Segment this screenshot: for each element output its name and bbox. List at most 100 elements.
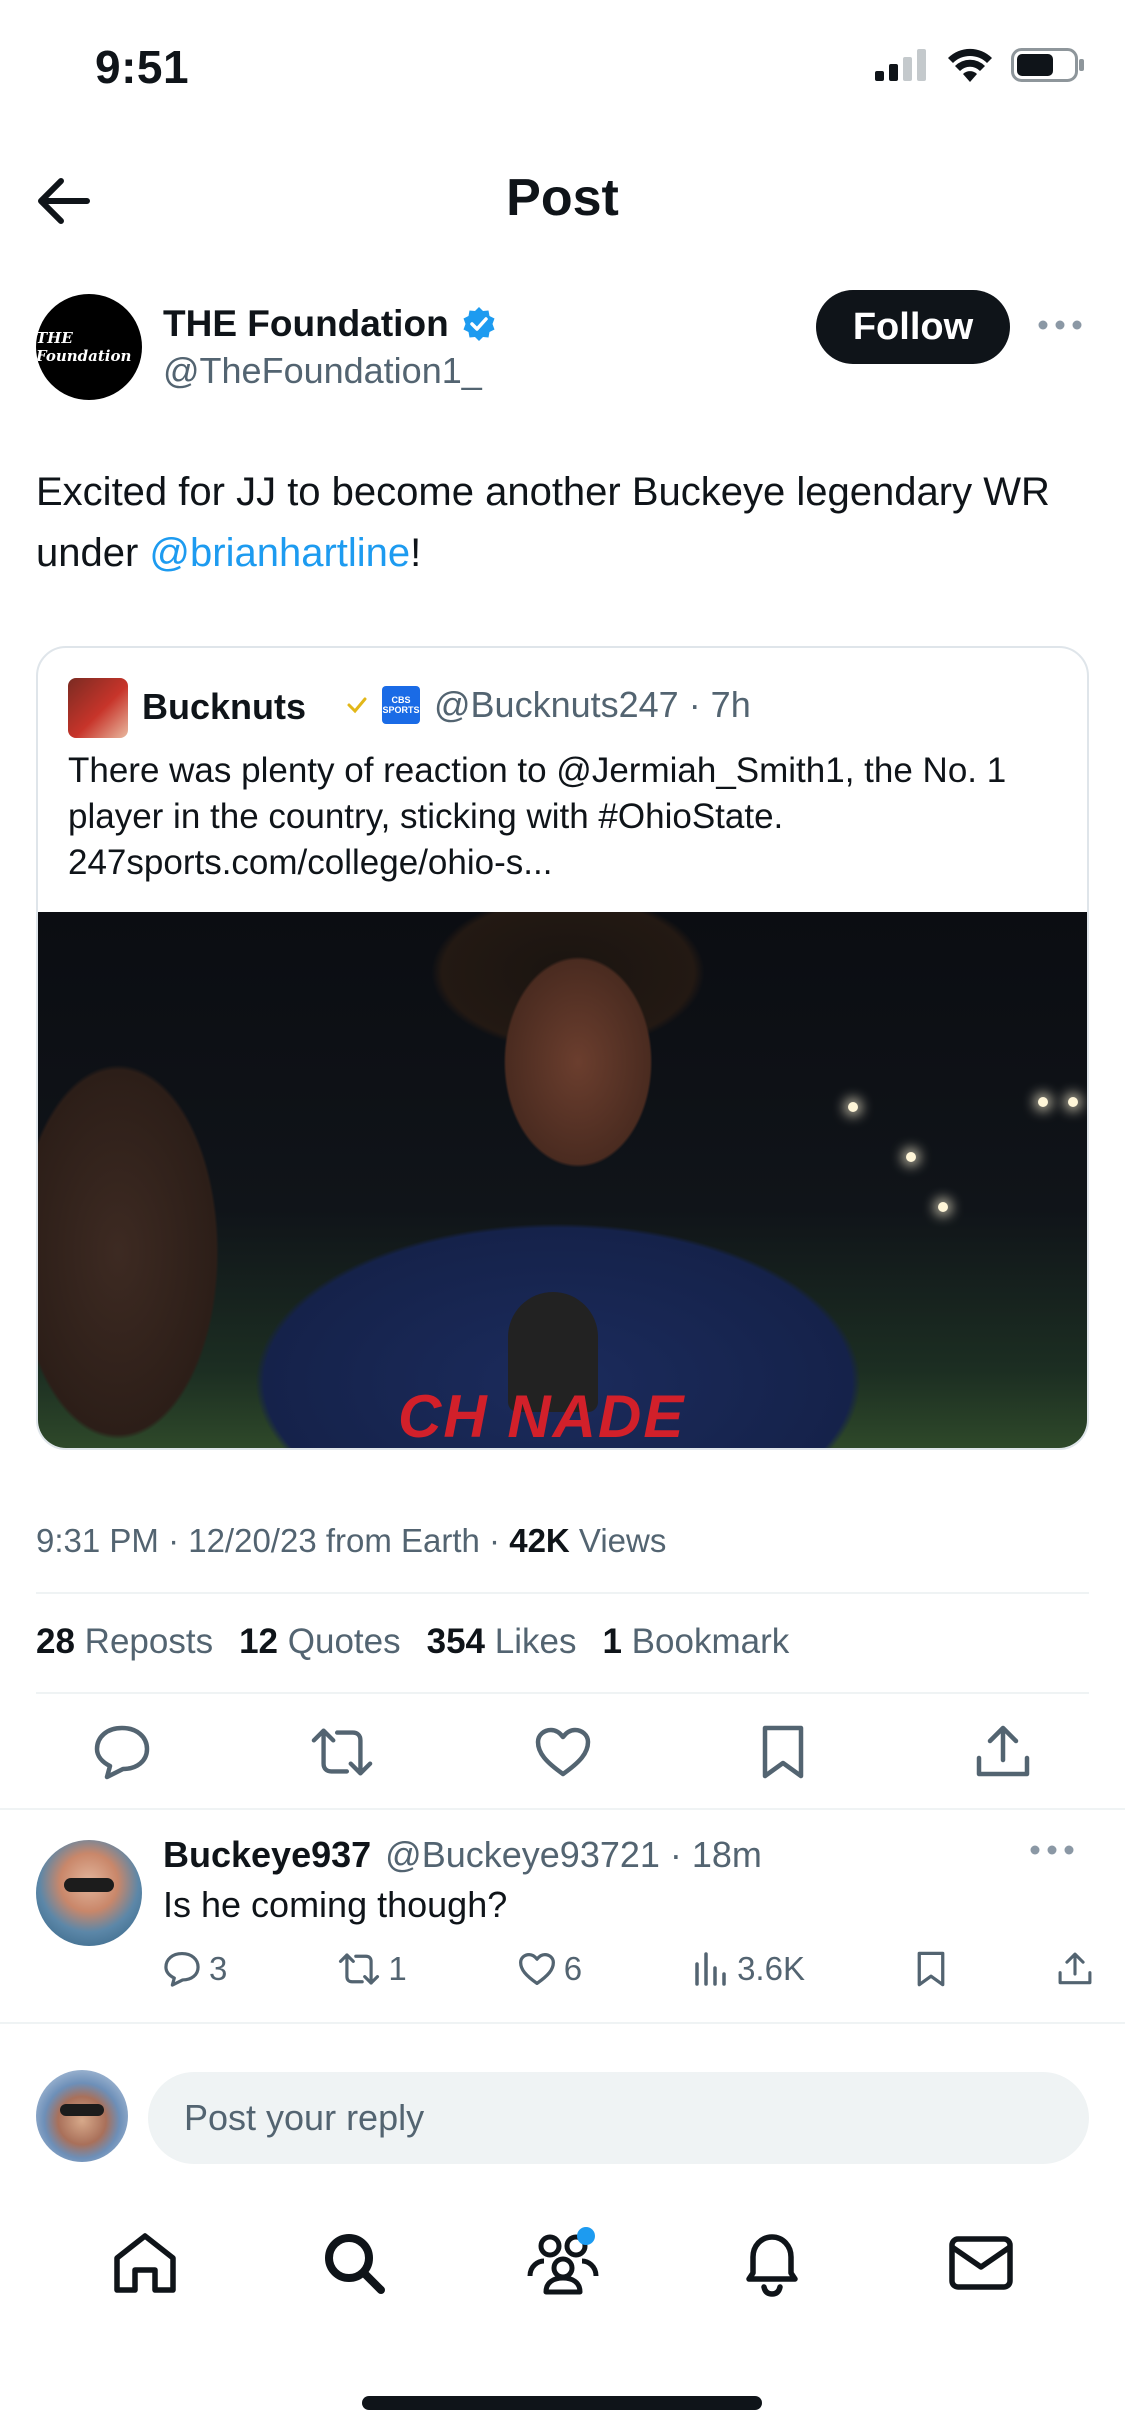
quotes-stat[interactable]: 12 Quotes bbox=[239, 1622, 401, 1662]
reply-repost-button[interactable]: 1 bbox=[338, 1950, 407, 1988]
repost-icon bbox=[339, 1953, 380, 1985]
like-button[interactable] bbox=[531, 1720, 595, 1784]
quoted-image[interactable]: CH NADE bbox=[38, 912, 1087, 1450]
quoted-meta: CBS SPORTS @Bucknuts247 · 7h bbox=[346, 684, 751, 726]
quoted-post-card[interactable]: Bucknuts CBS SPORTS @Bucknuts247 · 7h Th… bbox=[36, 646, 1089, 1450]
bookmarks-stat[interactable]: 1 Bookmark bbox=[602, 1622, 789, 1662]
divider bbox=[36, 1692, 1089, 1694]
home-indicator bbox=[362, 2396, 762, 2410]
reply-icon bbox=[164, 1951, 200, 1987]
reply-views-button[interactable]: 3.6K bbox=[693, 1950, 805, 1988]
reply-author-avatar[interactable] bbox=[36, 1840, 142, 1946]
reply-button[interactable] bbox=[90, 1720, 154, 1784]
nav-notifications[interactable] bbox=[732, 2223, 812, 2303]
stadium-light bbox=[1038, 1097, 1048, 1107]
repost-button[interactable] bbox=[310, 1720, 374, 1784]
bookmark-icon bbox=[762, 1725, 803, 1779]
stadium-light bbox=[938, 1202, 948, 1212]
current-user-avatar[interactable] bbox=[36, 2070, 128, 2162]
reply-handle-time[interactable]: @Buckeye93721 · 18m bbox=[385, 1834, 762, 1876]
nav-home[interactable] bbox=[105, 2223, 185, 2303]
reply-like-button[interactable]: 6 bbox=[518, 1950, 582, 1988]
heart-icon bbox=[535, 1727, 590, 1777]
follow-button[interactable]: Follow bbox=[816, 290, 1010, 364]
avatar-logo-text: THE Foundation bbox=[36, 329, 132, 365]
reply-share-button[interactable] bbox=[1057, 1951, 1093, 1987]
status-time: 9:51 bbox=[95, 41, 190, 93]
divider bbox=[0, 1808, 1125, 1810]
bookmarks-count: 1 bbox=[602, 1622, 622, 1661]
quoted-handle-time: @Bucknuts247 · 7h bbox=[434, 684, 751, 725]
quotes-count: 12 bbox=[239, 1622, 279, 1661]
reply-like-count: 6 bbox=[563, 1950, 583, 1987]
notifications-icon bbox=[745, 2234, 798, 2297]
share-icon bbox=[1058, 1952, 1092, 1985]
home-icon bbox=[113, 2233, 176, 2293]
reply-reply-count: 3 bbox=[209, 1950, 228, 1987]
more-options-button[interactable] bbox=[1030, 305, 1090, 345]
author-name-text: THE Foundation bbox=[163, 303, 449, 344]
engagement-stats: 28 Reposts 12 Quotes 354 Likes 1 Bookmar… bbox=[36, 1622, 789, 1662]
stadium-light bbox=[1068, 1097, 1078, 1107]
likes-label: Likes bbox=[494, 1622, 577, 1661]
likes-count: 354 bbox=[426, 1622, 486, 1661]
reply-author-name[interactable]: Buckeye937 bbox=[163, 1834, 371, 1876]
stadium-light bbox=[848, 1102, 858, 1112]
share-icon bbox=[976, 1725, 1030, 1777]
views-chart-icon bbox=[695, 1952, 726, 1986]
stadium-light bbox=[906, 1152, 916, 1162]
divider bbox=[36, 1592, 1089, 1594]
author-avatar[interactable]: THE Foundation bbox=[36, 294, 142, 400]
reply-text: Is he coming though? bbox=[163, 1884, 508, 1925]
battery-icon bbox=[1011, 48, 1084, 82]
verified-badge-icon bbox=[463, 307, 495, 341]
mention-link[interactable]: @brianhartline bbox=[149, 531, 410, 575]
reply-action-bar: 3 1 6 3.6K bbox=[163, 1950, 1093, 1988]
jersey-text: CH NADE bbox=[398, 1383, 686, 1450]
nav-messages[interactable] bbox=[941, 2223, 1021, 2303]
reply-bookmark-button[interactable] bbox=[916, 1950, 946, 1988]
post-text: Excited for JJ to become another Buckeye… bbox=[36, 462, 1086, 584]
back-button[interactable] bbox=[30, 168, 96, 234]
author-handle[interactable]: @TheFoundation1_ bbox=[163, 350, 482, 392]
reply-reply-button[interactable]: 3 bbox=[163, 1950, 227, 1988]
post-timestamp: 9:31 PM · 12/20/23 from Earth · 42K View… bbox=[36, 1522, 666, 1560]
views-label: Views bbox=[569, 1522, 667, 1559]
wifi-icon bbox=[948, 48, 992, 82]
divider bbox=[0, 2022, 1125, 2024]
timestamp-text: 9:31 PM · 12/20/23 from Earth · bbox=[36, 1522, 510, 1559]
sunglasses bbox=[60, 2104, 104, 2116]
more-dots-icon bbox=[1030, 1845, 1074, 1855]
reply-icon bbox=[94, 1725, 150, 1780]
bookmark-button[interactable] bbox=[751, 1720, 815, 1784]
quoted-text: There was plenty of reaction to @Jermiah… bbox=[68, 751, 1007, 882]
quoted-author-name: Bucknuts bbox=[142, 686, 307, 727]
gold-check-icon bbox=[347, 697, 367, 714]
views-count: 42K bbox=[509, 1522, 570, 1559]
sunglasses bbox=[64, 1878, 114, 1892]
author-name[interactable]: THE Foundation bbox=[163, 303, 497, 345]
reposts-label: Reposts bbox=[84, 1622, 214, 1661]
share-button[interactable] bbox=[971, 1720, 1035, 1784]
messages-icon bbox=[948, 2236, 1013, 2290]
reposts-stat[interactable]: 28 Reposts bbox=[36, 1622, 213, 1662]
quotes-label: Quotes bbox=[287, 1622, 401, 1661]
reposts-count: 28 bbox=[36, 1622, 75, 1661]
notification-dot bbox=[576, 2227, 595, 2245]
quoted-author-avatar bbox=[68, 678, 128, 738]
status-icons bbox=[875, 48, 1085, 82]
bottom-tab-bar bbox=[0, 2218, 1125, 2308]
cbs-sports-affiliate-icon: CBS SPORTS bbox=[382, 686, 420, 724]
reply-input[interactable]: Post your reply bbox=[148, 2072, 1089, 2164]
repost-icon bbox=[311, 1728, 373, 1776]
search-icon bbox=[324, 2234, 385, 2294]
bookmark-icon bbox=[917, 1951, 945, 1987]
reply-more-button[interactable] bbox=[1030, 1842, 1074, 1860]
likes-stat[interactable]: 354 Likes bbox=[427, 1622, 577, 1662]
heart-icon bbox=[518, 1952, 555, 1986]
reply-views-count: 3.6K bbox=[737, 1950, 805, 1987]
nav-search[interactable] bbox=[314, 2223, 394, 2303]
post-action-bar bbox=[90, 1720, 1035, 1784]
reply-header: Buckeye937 @Buckeye93721 · 18m bbox=[163, 1834, 762, 1876]
nav-communities[interactable] bbox=[523, 2223, 603, 2303]
